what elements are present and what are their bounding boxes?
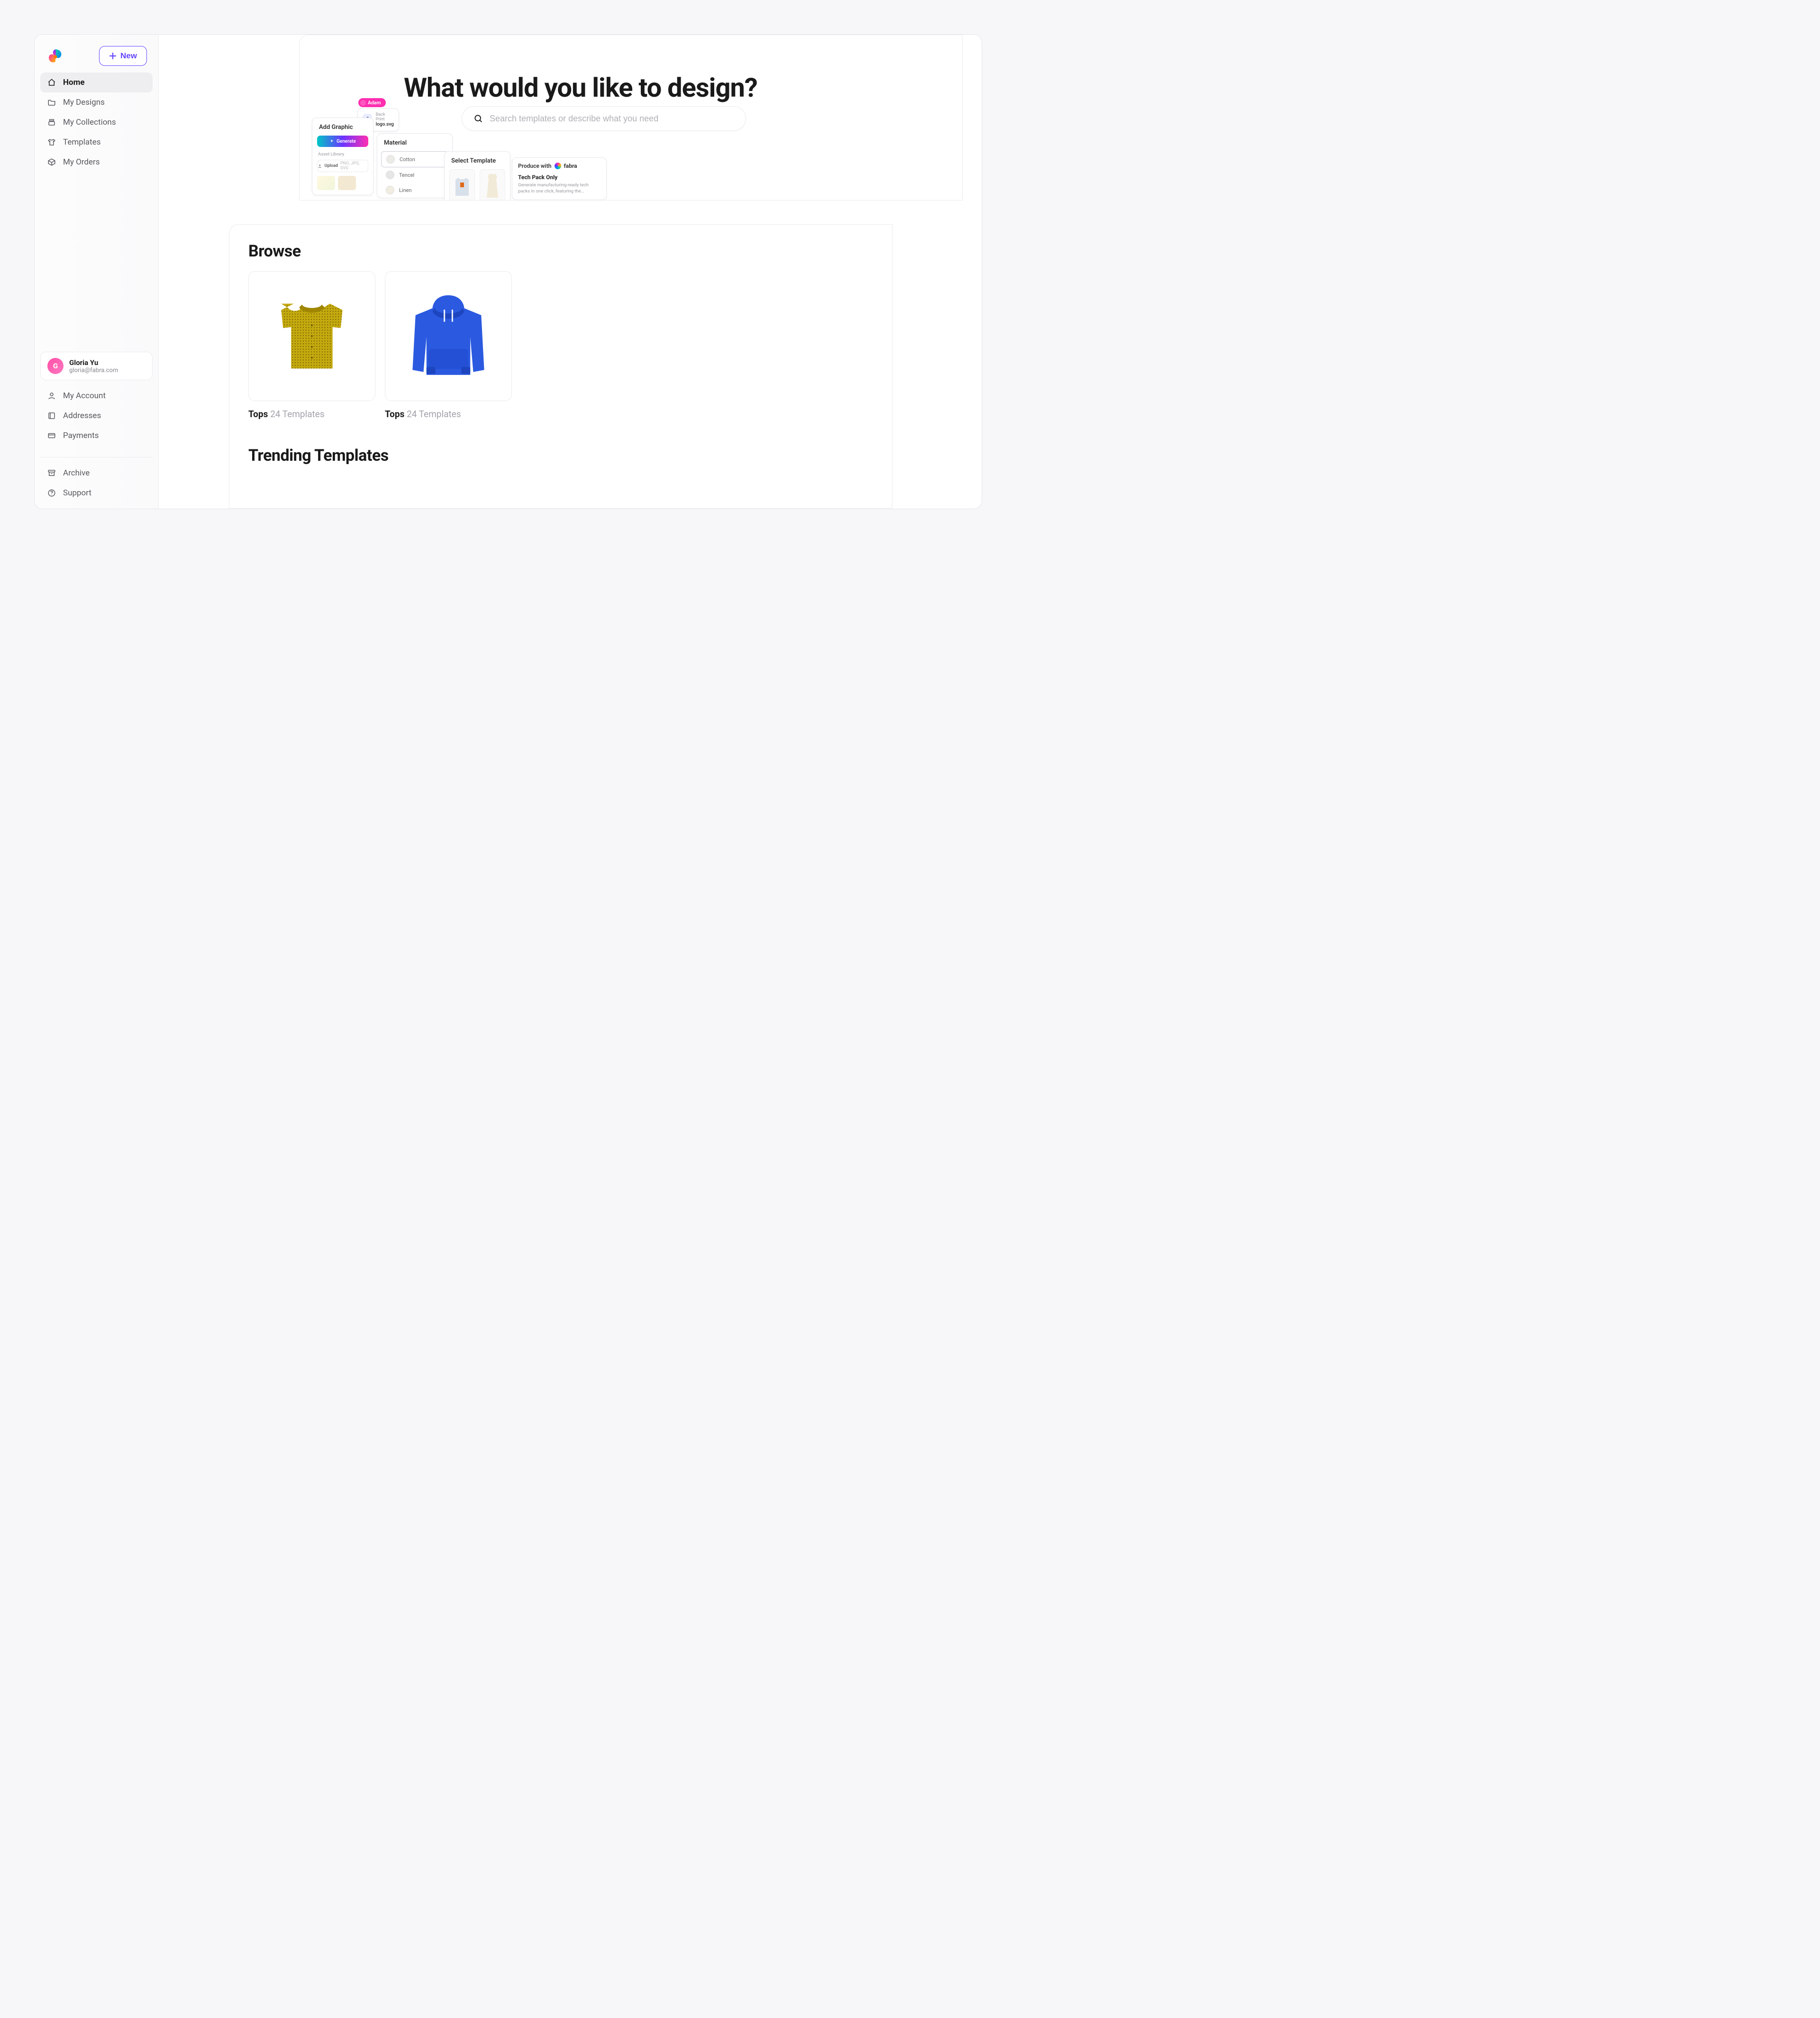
card-icon (47, 431, 56, 440)
sidebar-item-label: Payments (63, 431, 99, 440)
sidebar-item-templates[interactable]: Templates (40, 132, 153, 152)
search-input[interactable] (490, 114, 734, 124)
trending-title: Trending Templates (248, 446, 873, 465)
mock-select-template-panel: Select Template (444, 151, 510, 201)
folder-icon (47, 98, 56, 107)
sidebar-item-label: Addresses (63, 411, 101, 420)
main-content: What would you like to design? Adam Back… (159, 35, 982, 509)
stack-icon (47, 118, 56, 127)
sidebar-item-orders[interactable]: My Orders (40, 152, 153, 172)
new-button-label: New (120, 51, 137, 61)
user-email: gloria@fabra.com (69, 367, 118, 374)
collaborator-pill: Adam (358, 98, 386, 107)
home-icon (47, 78, 56, 87)
search-bar[interactable] (462, 106, 746, 131)
sidebar-item-label: My Collections (63, 118, 116, 127)
mock-add-graphic-panel: Add Graphic Generate Asset Library Uploa… (312, 118, 373, 195)
box-icon (47, 157, 56, 167)
app-window: New Home My Designs My Collections Templ… (34, 34, 982, 509)
mock-generate-button: Generate (317, 136, 368, 147)
sidebar-item-addresses[interactable]: Addresses (40, 406, 153, 426)
sidebar-item-label: Support (63, 488, 91, 498)
browse-panel: Browse Tops 24 Templates (229, 224, 892, 509)
sidebar-item-label: My Orders (63, 157, 100, 167)
primary-nav: Home My Designs My Collections Templates… (35, 73, 158, 172)
mock-material-panel: Material Cotton Tencel Linen (377, 133, 453, 198)
avatar: G (47, 358, 64, 374)
sidebar-item-archive[interactable]: Archive (40, 463, 153, 483)
help-icon (47, 488, 56, 498)
user-card[interactable]: G Gloria Yu gloria@fabra.com (40, 352, 153, 380)
mock-produce-panel: Produce withfabra Tech Pack Only Generat… (512, 157, 607, 200)
sidebar-item-account[interactable]: My Account (40, 386, 153, 406)
sidebar-header: New (35, 35, 158, 73)
sidebar-item-payments[interactable]: Payments (40, 426, 153, 446)
person-icon (47, 391, 56, 401)
sidebar: New Home My Designs My Collections Templ… (35, 35, 159, 509)
browse-row: Tops 24 Templates Tops 24 Templates (248, 271, 873, 420)
hero-panel: What would you like to design? Adam Back… (299, 35, 963, 201)
fabra-logo-icon (555, 163, 561, 169)
tertiary-nav: Archive Support (35, 463, 158, 509)
sidebar-item-collections[interactable]: My Collections (40, 112, 153, 132)
sidebar-item-label: My Account (63, 391, 106, 401)
mock-upload-drop: Upload PNG, JPG, SVG (317, 160, 368, 172)
brand-logo[interactable] (46, 46, 65, 65)
sidebar-item-home[interactable]: Home (40, 73, 153, 92)
sidebar-item-label: Templates (63, 137, 101, 147)
archive-icon (47, 468, 56, 478)
search-icon (473, 114, 483, 123)
sidebar-item-label: Home (63, 78, 85, 87)
sidebar-item-designs[interactable]: My Designs (40, 92, 153, 112)
sidebar-item-support[interactable]: Support (40, 483, 153, 503)
new-button[interactable]: New (99, 46, 147, 66)
address-icon (47, 411, 56, 420)
sidebar-item-label: My Designs (63, 98, 105, 107)
browse-title: Browse (248, 242, 873, 261)
browse-card-tops[interactable]: Tops 24 Templates (248, 271, 375, 420)
shirt-icon (47, 137, 56, 147)
user-name: Gloria Yu (69, 358, 118, 367)
plus-icon (109, 52, 117, 60)
secondary-nav: My Account Addresses Payments (35, 386, 158, 451)
hero-title: What would you like to design? (404, 72, 757, 103)
browse-card-hoodie[interactable]: Tops 24 Templates (385, 271, 512, 420)
sidebar-item-label: Archive (63, 468, 90, 478)
